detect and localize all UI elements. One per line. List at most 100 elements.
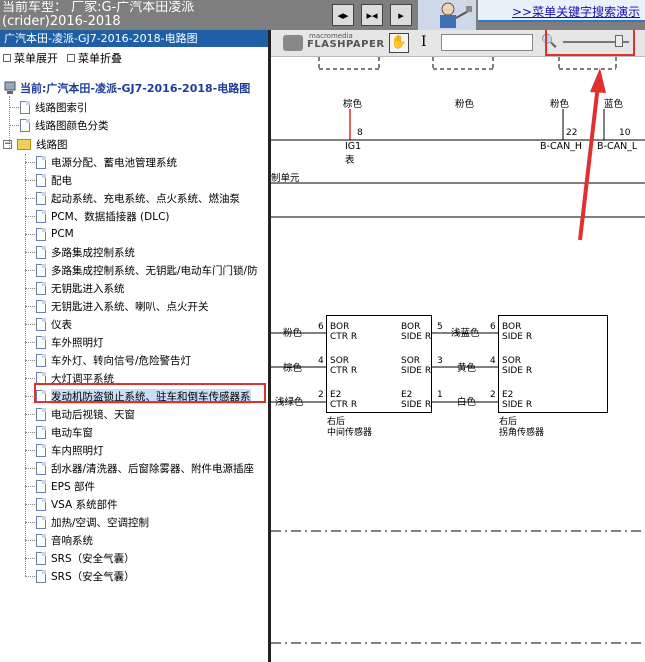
tree-item-label: 仪表	[51, 318, 72, 331]
collapse-toggle-icon[interactable]: −	[3, 139, 12, 149]
expand-icon	[3, 54, 11, 62]
tree-line	[25, 540, 35, 541]
tree-line	[25, 180, 35, 181]
hand-tool-icon[interactable]: ✋	[389, 33, 409, 53]
document-icon	[36, 407, 46, 421]
tree-item-label: 多路集成控制系统	[51, 246, 135, 259]
terminal-label: SOR	[401, 356, 421, 366]
tree-item-label: 车外照明灯	[51, 336, 104, 349]
document-icon	[20, 100, 30, 114]
tree-item[interactable]: 音响系统	[36, 532, 93, 548]
expand-all-button[interactable]: 菜单展开	[3, 50, 58, 66]
tree-root[interactable]: 当前:广汽本田-凌派-GJ7-2016-2018-电路图	[4, 80, 250, 96]
tree-item[interactable]: 电源分配、蓄电池管理系统	[36, 154, 177, 170]
fit-page-button[interactable]: ◂▸	[332, 4, 354, 26]
terminal-label: BOR	[401, 322, 421, 332]
tree-item[interactable]: 加热/空调、空调控制	[36, 514, 149, 530]
document-icon	[36, 227, 46, 241]
fit-width-button[interactable]: ▸◂	[361, 4, 383, 26]
tree-item[interactable]: PCM	[36, 226, 74, 242]
next-button[interactable]: ▸	[390, 4, 412, 26]
tree-item[interactable]: 电动后视镜、天窗	[36, 406, 135, 422]
text-select-icon[interactable]: I	[421, 34, 427, 50]
tree-item[interactable]: SRS（安全气囊）	[36, 550, 135, 566]
document-icon	[36, 209, 46, 223]
component-name: 右后 拐角传感器	[499, 417, 544, 439]
tree-item[interactable]: 车内照明灯	[36, 442, 104, 458]
collapse-all-button[interactable]: 菜单折叠	[67, 50, 122, 66]
document-icon	[36, 551, 46, 565]
document-icon	[36, 425, 46, 439]
terminal-label: SOR	[330, 356, 350, 366]
tree-item[interactable]: PCM、数据插接器 (DLC)	[36, 208, 170, 224]
tree-item-label: 多路集成控制系统、无钥匙/电动车门门锁/防	[51, 264, 258, 277]
tree-item[interactable]: 仪表	[36, 316, 72, 332]
terminal-label: SIDE R	[502, 332, 533, 342]
tree-item-color-class[interactable]: 线路图颜色分类	[20, 117, 109, 133]
terminal-label: CTR R	[330, 366, 358, 376]
tree-line	[25, 288, 35, 289]
tree-item[interactable]: 配电	[36, 172, 72, 188]
search-demo-link[interactable]: >>菜单关键字搜索演示	[512, 3, 640, 20]
terminal-label: SIDE R	[401, 366, 432, 376]
document-icon	[36, 281, 46, 295]
tree-line	[25, 198, 35, 199]
tree-line	[25, 378, 35, 379]
tree-item[interactable]: SRS（安全气囊）	[36, 568, 135, 584]
tree-item-label: 刮水器/清洗器、后窗除雾器、附件电源插座	[51, 462, 255, 475]
document-icon	[36, 497, 46, 511]
mechanic-figure-icon	[418, 0, 476, 30]
page-input[interactable]	[441, 34, 533, 51]
pin-number: 2	[318, 390, 324, 400]
logo-product: FLASHPAPER	[307, 39, 385, 50]
tree-item[interactable]: 车外照明灯	[36, 334, 104, 350]
zoom-highlight-box	[545, 30, 635, 56]
unit-label: 制单元	[271, 173, 300, 184]
tree-item[interactable]: VSA 系统部件	[36, 496, 118, 512]
tree-item[interactable]: 电动车窗	[36, 424, 93, 440]
highlight-annotation-box	[34, 383, 266, 403]
terminal-label: E2	[330, 390, 342, 400]
tree-line	[25, 162, 35, 163]
tree-line	[25, 414, 35, 415]
expand-label: 菜单展开	[14, 52, 58, 65]
tree-line	[25, 504, 35, 505]
terminal-name: B-CAN_L	[597, 141, 638, 152]
tree-item[interactable]: 多路集成控制系统、无钥匙/电动车门门锁/防	[36, 262, 258, 278]
tree-item[interactable]: 车外灯、转向信号/危险警告灯	[36, 352, 191, 368]
document-icon	[36, 155, 46, 169]
terminal-name: IG1	[345, 141, 362, 152]
tree-item-label: 起动系统、充电系统、点火系统、燃油泵	[51, 192, 240, 205]
tree-item[interactable]: EPS 部件	[36, 478, 95, 494]
terminal-label: CTR R	[330, 400, 358, 410]
document-icon	[36, 479, 46, 493]
document-icon	[36, 245, 46, 259]
document-icon	[36, 443, 46, 457]
tree-line	[25, 154, 26, 576]
tree-item[interactable]: 无钥匙进入系统、喇叭、点火开关	[36, 298, 209, 314]
tree-item-label: VSA 系统部件	[51, 498, 118, 511]
tree-item[interactable]: 无钥匙进入系统	[36, 280, 125, 296]
tree-root-label: 当前:广汽本田-凌派-GJ7-2016-2018-电路图	[20, 82, 251, 95]
wiring-diagram: 棕色 粉色 粉色 蓝色 8 22 10 IG1 表 B-CAN_H B-CAN_…	[271, 57, 645, 662]
rear-right-corner-sensor: BOR SIDE R SOR SIDE R E2 SIDE R	[498, 315, 608, 413]
tree-line	[25, 468, 35, 469]
tree-item[interactable]: 刮水器/清洗器、后窗除雾器、附件电源插座	[36, 460, 254, 476]
document-icon	[36, 569, 46, 583]
flashpaper-viewer: macromedia FLASHPAPER ✋ I 🔍 棕色 粉色 粉色 蓝色 …	[271, 30, 645, 662]
tree-line	[25, 360, 35, 361]
tree-item-label: 无钥匙进入系统、喇叭、点火开关	[51, 300, 209, 313]
tree-line	[25, 306, 35, 307]
tree-folder-wiring[interactable]: − 线路图	[3, 136, 68, 152]
tree-item[interactable]: 多路集成控制系统	[36, 244, 135, 260]
tree-item-label: PCM	[51, 228, 74, 240]
pin-number: 8	[357, 128, 363, 138]
tree-item-label: SRS（安全气囊）	[51, 552, 135, 565]
tree-item-index[interactable]: 线路图索引	[20, 99, 88, 115]
pin-number: 1	[437, 390, 443, 400]
tree-item-label: 车内照明灯	[51, 444, 104, 457]
tree-item[interactable]: 起动系统、充电系统、点火系统、燃油泵	[36, 190, 240, 206]
pin-number: 22	[566, 128, 578, 138]
pin-number: 4	[490, 356, 496, 366]
document-icon	[36, 191, 46, 205]
